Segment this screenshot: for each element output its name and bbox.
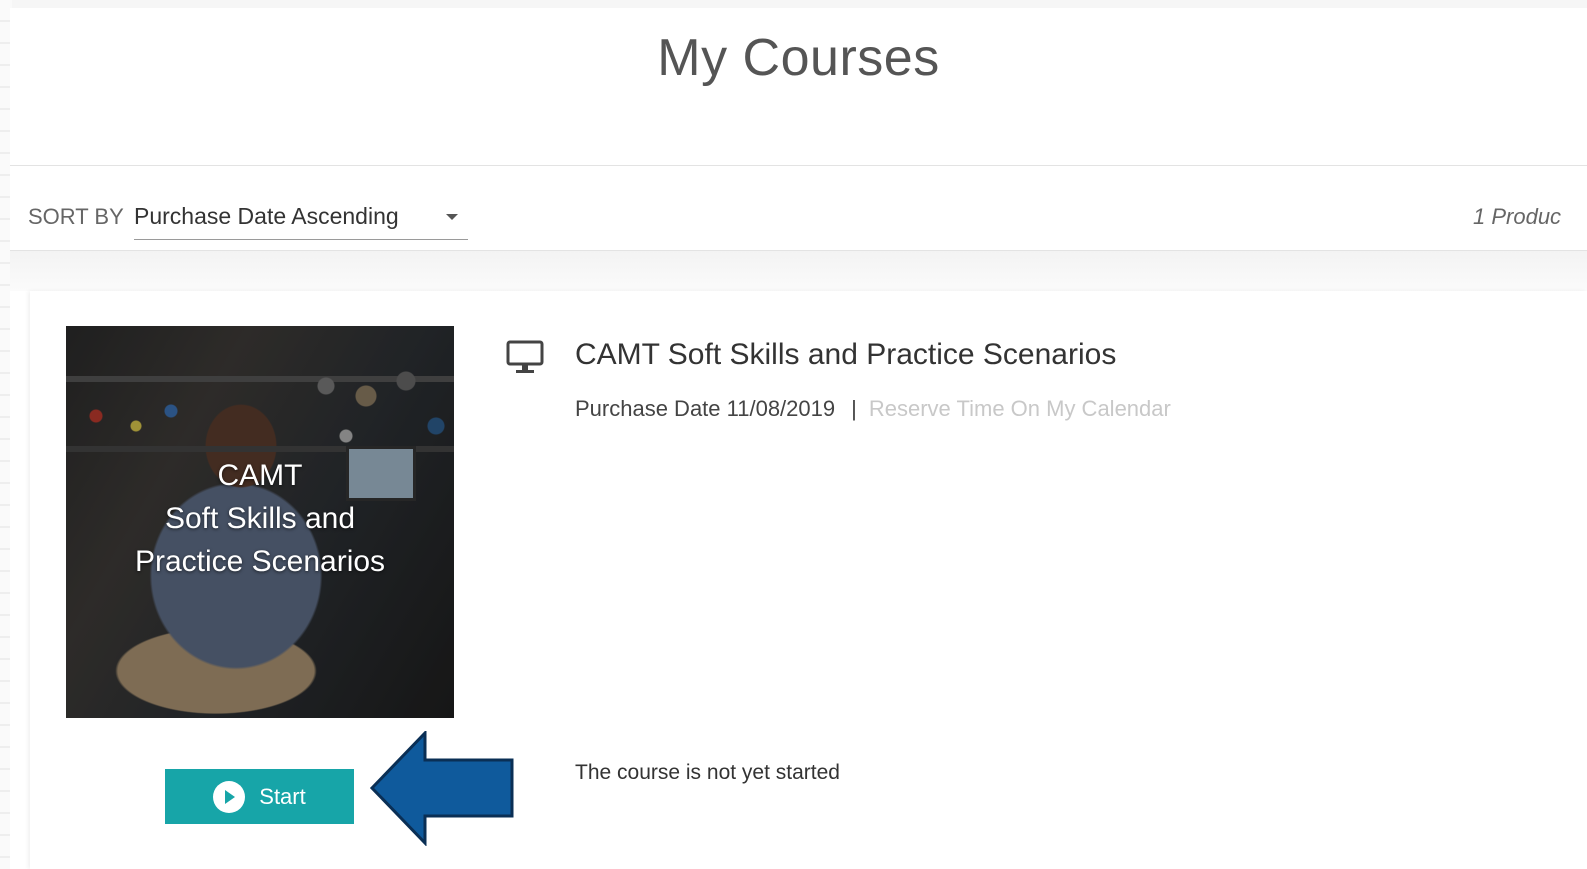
sort-dropdown[interactable]: Purchase Date Ascending	[134, 196, 468, 240]
sort-bar: SORT BY Purchase Date Ascending 1 Produc	[10, 166, 1587, 250]
play-circle-icon	[213, 780, 246, 813]
desktop-monitor-icon	[506, 340, 544, 373]
pointer-arrow-icon	[370, 731, 514, 846]
my-courses-page: My Courses SORT BY Purchase Date Ascendi…	[10, 8, 1587, 869]
start-button-label: Start	[259, 783, 306, 809]
meta-separator: |	[851, 396, 857, 421]
thumbnail-caption: CAMT Soft Skills and Practice Scenarios	[66, 454, 454, 583]
caret-down-icon	[446, 214, 458, 220]
reserve-time-link[interactable]: Reserve Time On My Calendar	[869, 396, 1171, 421]
thumbnail-caption-line: CAMT	[217, 459, 303, 492]
course-meta: Purchase Date 11/08/2019 | Reserve Time On…	[575, 396, 1171, 422]
thumbnail-caption-line: Practice Scenarios	[134, 545, 386, 578]
sort-selected-value: Purchase Date Ascending	[134, 203, 399, 229]
list-spacer	[10, 251, 1587, 291]
course-title[interactable]: CAMT Soft Skills and Practice Scenarios	[575, 338, 1116, 372]
purchase-date: Purchase Date 11/08/2019	[575, 396, 836, 421]
product-count: 1 Produc	[1473, 204, 1562, 229]
thumbnail-caption-line: Soft Skills and	[164, 502, 356, 535]
sort-by-label: SORT BY	[28, 204, 124, 229]
page-title: My Courses	[657, 29, 940, 87]
course-card: CAMT Soft Skills and Practice Scenarios …	[30, 291, 1587, 869]
course-thumbnail[interactable]: CAMT Soft Skills and Practice Scenarios	[66, 326, 454, 718]
start-button[interactable]: Start	[165, 769, 354, 824]
course-status: The course is not yet started	[575, 761, 840, 784]
